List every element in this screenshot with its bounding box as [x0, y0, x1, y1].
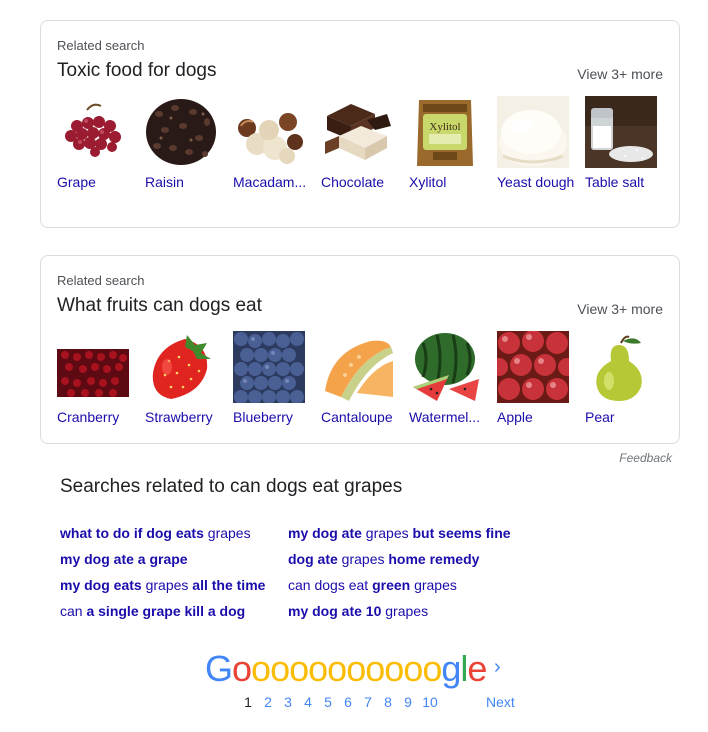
item-cantaloupe[interactable]: Cantaloupe: [321, 331, 393, 426]
page-number[interactable]: 3: [278, 694, 298, 710]
cranberry-image: [57, 331, 129, 403]
item-chocolate[interactable]: Chocolate: [321, 96, 393, 191]
related-search-link[interactable]: my dog eats grapes all the time: [60, 572, 265, 598]
item-strawberry[interactable]: Strawberry: [145, 331, 217, 426]
item-label: Apple: [497, 409, 533, 425]
related-search-link[interactable]: can dogs eat green grapes: [288, 572, 511, 598]
item-label: Raisin: [145, 174, 184, 190]
related-search-card-toxic-food: Related search Toxic food for dogs View …: [40, 20, 680, 228]
item-blueberry[interactable]: Blueberry: [233, 331, 305, 426]
related-search-link[interactable]: my dog ate grapes but seems fine: [288, 520, 511, 546]
apple-image: [497, 331, 569, 403]
item-macadamia[interactable]: Macadam...: [233, 96, 306, 191]
pear-image: [585, 331, 657, 403]
item-label: Strawberry: [145, 409, 213, 425]
related-search-card-fruits: Related search What fruits can dogs eat …: [40, 255, 680, 444]
macadamia-image: [233, 96, 305, 168]
view-more-link[interactable]: View 3+ more: [577, 301, 663, 317]
related-search-link[interactable]: my dog ate 10 grapes: [288, 598, 511, 624]
card-label: Related search: [57, 273, 145, 288]
related-searches-col-2: my dog ate grapes but seems fine dog ate …: [288, 520, 511, 624]
item-label: Cranberry: [57, 409, 120, 425]
related-searches-title: Searches related to can dogs eat grapes: [60, 476, 403, 497]
svg-text:Xylitol: Xylitol: [429, 121, 460, 133]
related-search-link[interactable]: dog ate grapes home remedy: [288, 546, 511, 572]
item-label: Macadam...: [233, 174, 307, 190]
cantaloupe-image: [321, 331, 393, 403]
item-label: Cantaloupe: [321, 409, 393, 425]
strawberry-image: [145, 331, 217, 403]
grape-image: [57, 96, 129, 168]
page-numbers: 1 2 3 4 5 6 7 8 9 10: [238, 694, 442, 710]
item-label: Pear: [585, 409, 615, 425]
item-label: Watermel...: [409, 409, 481, 425]
pagination-logo: Gooooooooooogle: [205, 648, 487, 689]
view-more-link[interactable]: View 3+ more: [577, 66, 663, 82]
page-number[interactable]: 2: [258, 694, 278, 710]
page-number[interactable]: 9: [398, 694, 418, 710]
card-label: Related search: [57, 38, 145, 53]
item-pear[interactable]: Pear: [585, 331, 657, 426]
item-label: Chocolate: [321, 174, 385, 190]
item-xylitol[interactable]: Xylitol Xylitol: [409, 96, 481, 191]
xylitol-image: Xylitol: [409, 96, 481, 168]
item-watermelon[interactable]: Watermel...: [409, 331, 481, 426]
next-arrow-icon[interactable]: ›: [494, 656, 501, 679]
watermelon-image: [409, 331, 481, 403]
blueberry-image: [233, 331, 305, 403]
item-raisin[interactable]: Raisin: [145, 96, 217, 191]
item-grape[interactable]: Grape: [57, 96, 129, 191]
page-number: 1: [244, 694, 252, 710]
next-page-link[interactable]: Next: [486, 694, 515, 710]
item-label: Xylitol: [409, 174, 447, 190]
raisin-image: [145, 96, 217, 168]
page-number[interactable]: 5: [318, 694, 338, 710]
page-number[interactable]: 4: [298, 694, 318, 710]
page-number[interactable]: 7: [358, 694, 378, 710]
item-label: Grape: [57, 174, 96, 190]
item-label: Yeast dough: [497, 174, 575, 190]
card-title: What fruits can dogs eat: [57, 295, 262, 316]
item-label: Blueberry: [233, 409, 293, 425]
page-number[interactable]: 8: [378, 694, 398, 710]
yeast-dough-image: [497, 96, 569, 168]
item-yeast-dough[interactable]: Yeast dough: [497, 96, 574, 191]
chocolate-image: [321, 96, 393, 168]
related-search-link[interactable]: my dog ate a grape: [60, 546, 265, 572]
page-number[interactable]: 10: [418, 694, 442, 710]
item-cranberry[interactable]: Cranberry: [57, 331, 129, 426]
item-table-salt[interactable]: Table salt: [585, 96, 657, 191]
card-items: Grape Raisin Macadam... Chocolate Xylito…: [57, 96, 673, 191]
page-number[interactable]: 6: [338, 694, 358, 710]
related-searches-col-1: what to do if dog eats grapes my dog ate …: [60, 520, 265, 624]
related-search-link[interactable]: what to do if dog eats grapes: [60, 520, 265, 546]
item-apple[interactable]: Apple: [497, 331, 569, 426]
item-label: Table salt: [585, 174, 645, 190]
card-title: Toxic food for dogs: [57, 60, 217, 81]
related-search-link[interactable]: can a single grape kill a dog: [60, 598, 265, 624]
table-salt-image: [585, 96, 657, 168]
feedback-link[interactable]: Feedback: [619, 451, 672, 465]
card-items: Cranberry Strawberry Blueberry Cantaloup…: [57, 331, 673, 426]
